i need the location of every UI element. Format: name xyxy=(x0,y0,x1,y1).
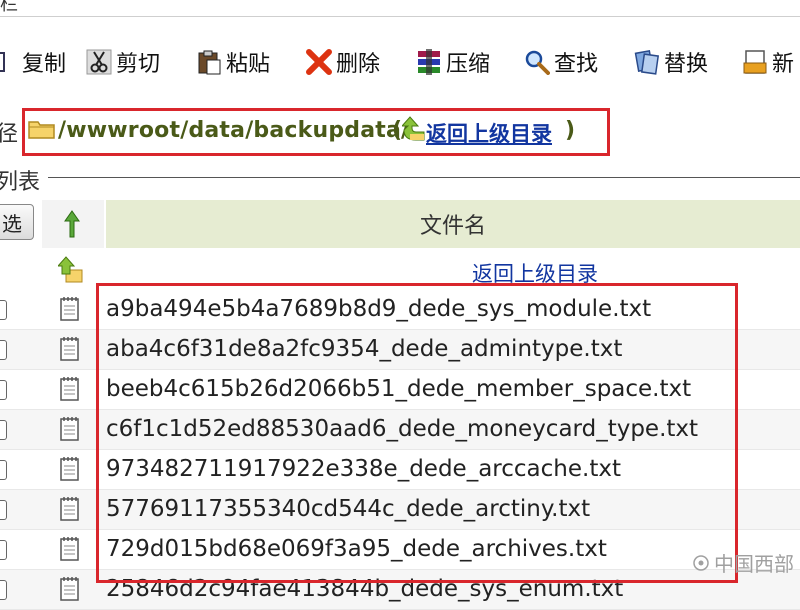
watermark-text: 中国西部 xyxy=(714,552,794,576)
list-title: 列表 xyxy=(0,170,41,195)
row-checkbox[interactable] xyxy=(0,420,7,440)
text-file-icon xyxy=(60,536,80,562)
compress-button[interactable]: 压缩 xyxy=(416,40,490,84)
path-label: 径 xyxy=(0,122,19,147)
row-checkbox[interactable] xyxy=(0,460,7,480)
toolbar: 复制 剪切 粘贴 删除 压缩 查找 替换 新 xyxy=(0,40,800,88)
copy-button[interactable]: 复制 xyxy=(0,40,66,84)
title-divider xyxy=(0,16,800,17)
delete-label: 删除 xyxy=(336,52,381,77)
row-checkbox[interactable] xyxy=(0,500,7,520)
search-label: 查找 xyxy=(554,52,599,77)
copy-icon xyxy=(0,49,18,75)
text-file-icon xyxy=(60,416,80,442)
path-open-paren: ( xyxy=(392,118,403,143)
text-file-icon xyxy=(60,456,80,482)
folder-icon xyxy=(28,118,56,144)
sort-up-arrow-icon xyxy=(64,210,80,238)
compress-label: 压缩 xyxy=(446,52,491,77)
new-label: 新 xyxy=(772,52,795,77)
path-close-paren: ) xyxy=(565,118,576,143)
search-button[interactable]: 查找 xyxy=(524,40,598,84)
path-bar: 径 /wwwroot/data/backupdata/ ( 返回上级目录 ) xyxy=(0,106,800,156)
new-icon xyxy=(742,49,768,75)
current-path: /wwwroot/data/backupdata/ xyxy=(58,118,410,143)
list-divider xyxy=(48,177,800,178)
files-highlight-box xyxy=(96,283,738,583)
scissors-icon xyxy=(86,49,112,75)
paste-button[interactable]: 粘贴 xyxy=(196,40,270,84)
text-file-icon xyxy=(60,336,80,362)
filename-column-header[interactable]: 文件名 xyxy=(106,200,800,248)
text-file-icon xyxy=(60,576,80,602)
row-checkbox[interactable] xyxy=(0,340,7,360)
row-checkbox[interactable] xyxy=(0,580,7,600)
cut-label: 剪切 xyxy=(116,52,161,77)
up-arrow-icon[interactable] xyxy=(400,116,426,146)
watermark: 中国西部 xyxy=(692,548,794,577)
text-file-icon xyxy=(60,496,80,522)
table-header: 选 文件名 xyxy=(0,200,800,250)
text-file-icon xyxy=(60,296,80,322)
sort-column-header[interactable] xyxy=(42,200,104,248)
text-file-icon xyxy=(60,376,80,402)
row-checkbox[interactable] xyxy=(0,380,7,400)
window-title-fragment: 栏 xyxy=(0,0,18,15)
up-folder-icon[interactable] xyxy=(56,256,84,288)
replace-label: 替换 xyxy=(664,52,709,77)
compress-icon xyxy=(416,49,442,75)
watermark-logo-icon xyxy=(693,554,709,571)
delete-icon xyxy=(306,49,332,75)
paste-icon xyxy=(196,49,222,75)
delete-button[interactable]: 删除 xyxy=(306,40,380,84)
select-all-button[interactable]: 选 xyxy=(0,204,34,240)
copy-label: 复制 xyxy=(22,52,67,77)
paste-label: 粘贴 xyxy=(226,52,271,77)
cut-button[interactable]: 剪切 xyxy=(86,40,160,84)
search-icon xyxy=(524,49,550,75)
parent-dir-link[interactable]: 返回上级目录 xyxy=(426,118,552,148)
row-checkbox[interactable] xyxy=(0,300,7,320)
replace-icon xyxy=(634,49,660,75)
new-button[interactable]: 新 xyxy=(742,40,794,84)
replace-button[interactable]: 替换 xyxy=(634,40,708,84)
row-checkbox[interactable] xyxy=(0,540,7,560)
